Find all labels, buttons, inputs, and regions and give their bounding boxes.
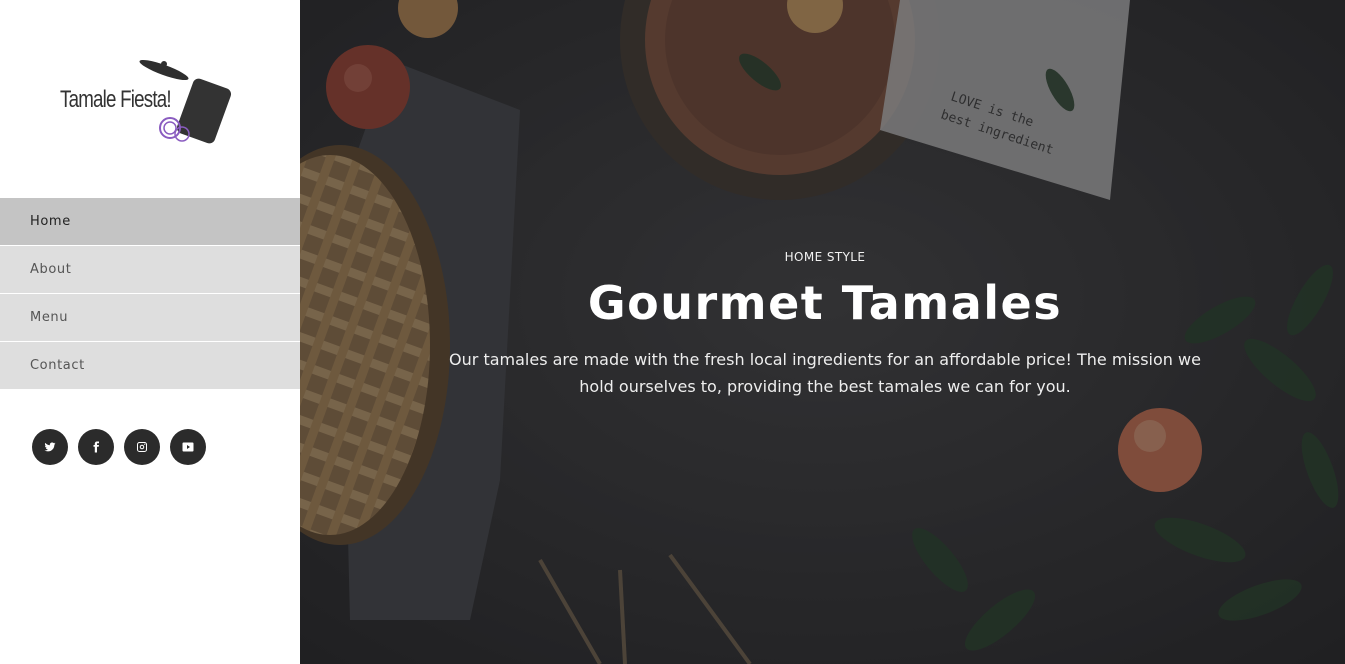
- youtube-button[interactable]: [170, 429, 206, 465]
- hero-kicker: HOME STYLE: [784, 250, 866, 264]
- hero-section: LOVE is the best ingredient HOME STYLE G…: [300, 0, 1345, 664]
- instagram-button[interactable]: [124, 429, 160, 465]
- social-links: [32, 429, 206, 465]
- facebook-icon: [93, 441, 99, 453]
- logo[interactable]: Tamale Fiesta!: [58, 56, 238, 152]
- nav-item-contact[interactable]: Contact: [0, 342, 300, 390]
- instagram-icon: [137, 442, 147, 452]
- hero-title: Gourmet Tamales: [587, 276, 1063, 330]
- nav-item-home[interactable]: Home: [0, 198, 300, 246]
- facebook-button[interactable]: [78, 429, 114, 465]
- youtube-icon: [182, 442, 194, 452]
- nav-item-about[interactable]: About: [0, 246, 300, 294]
- hero-description: Our tamales are made with the fresh loca…: [449, 350, 1201, 396]
- pot-icon: [139, 59, 232, 144]
- twitter-icon: [44, 442, 56, 452]
- nav-item-menu[interactable]: Menu: [0, 294, 300, 342]
- sidebar: Tamale Fiesta! Home About Menu Contact: [0, 0, 300, 664]
- twitter-button[interactable]: [32, 429, 68, 465]
- hero-content: HOME STYLE Gourmet Tamales Our tamales a…: [430, 250, 1220, 400]
- main-nav: Home About Menu Contact: [0, 198, 300, 390]
